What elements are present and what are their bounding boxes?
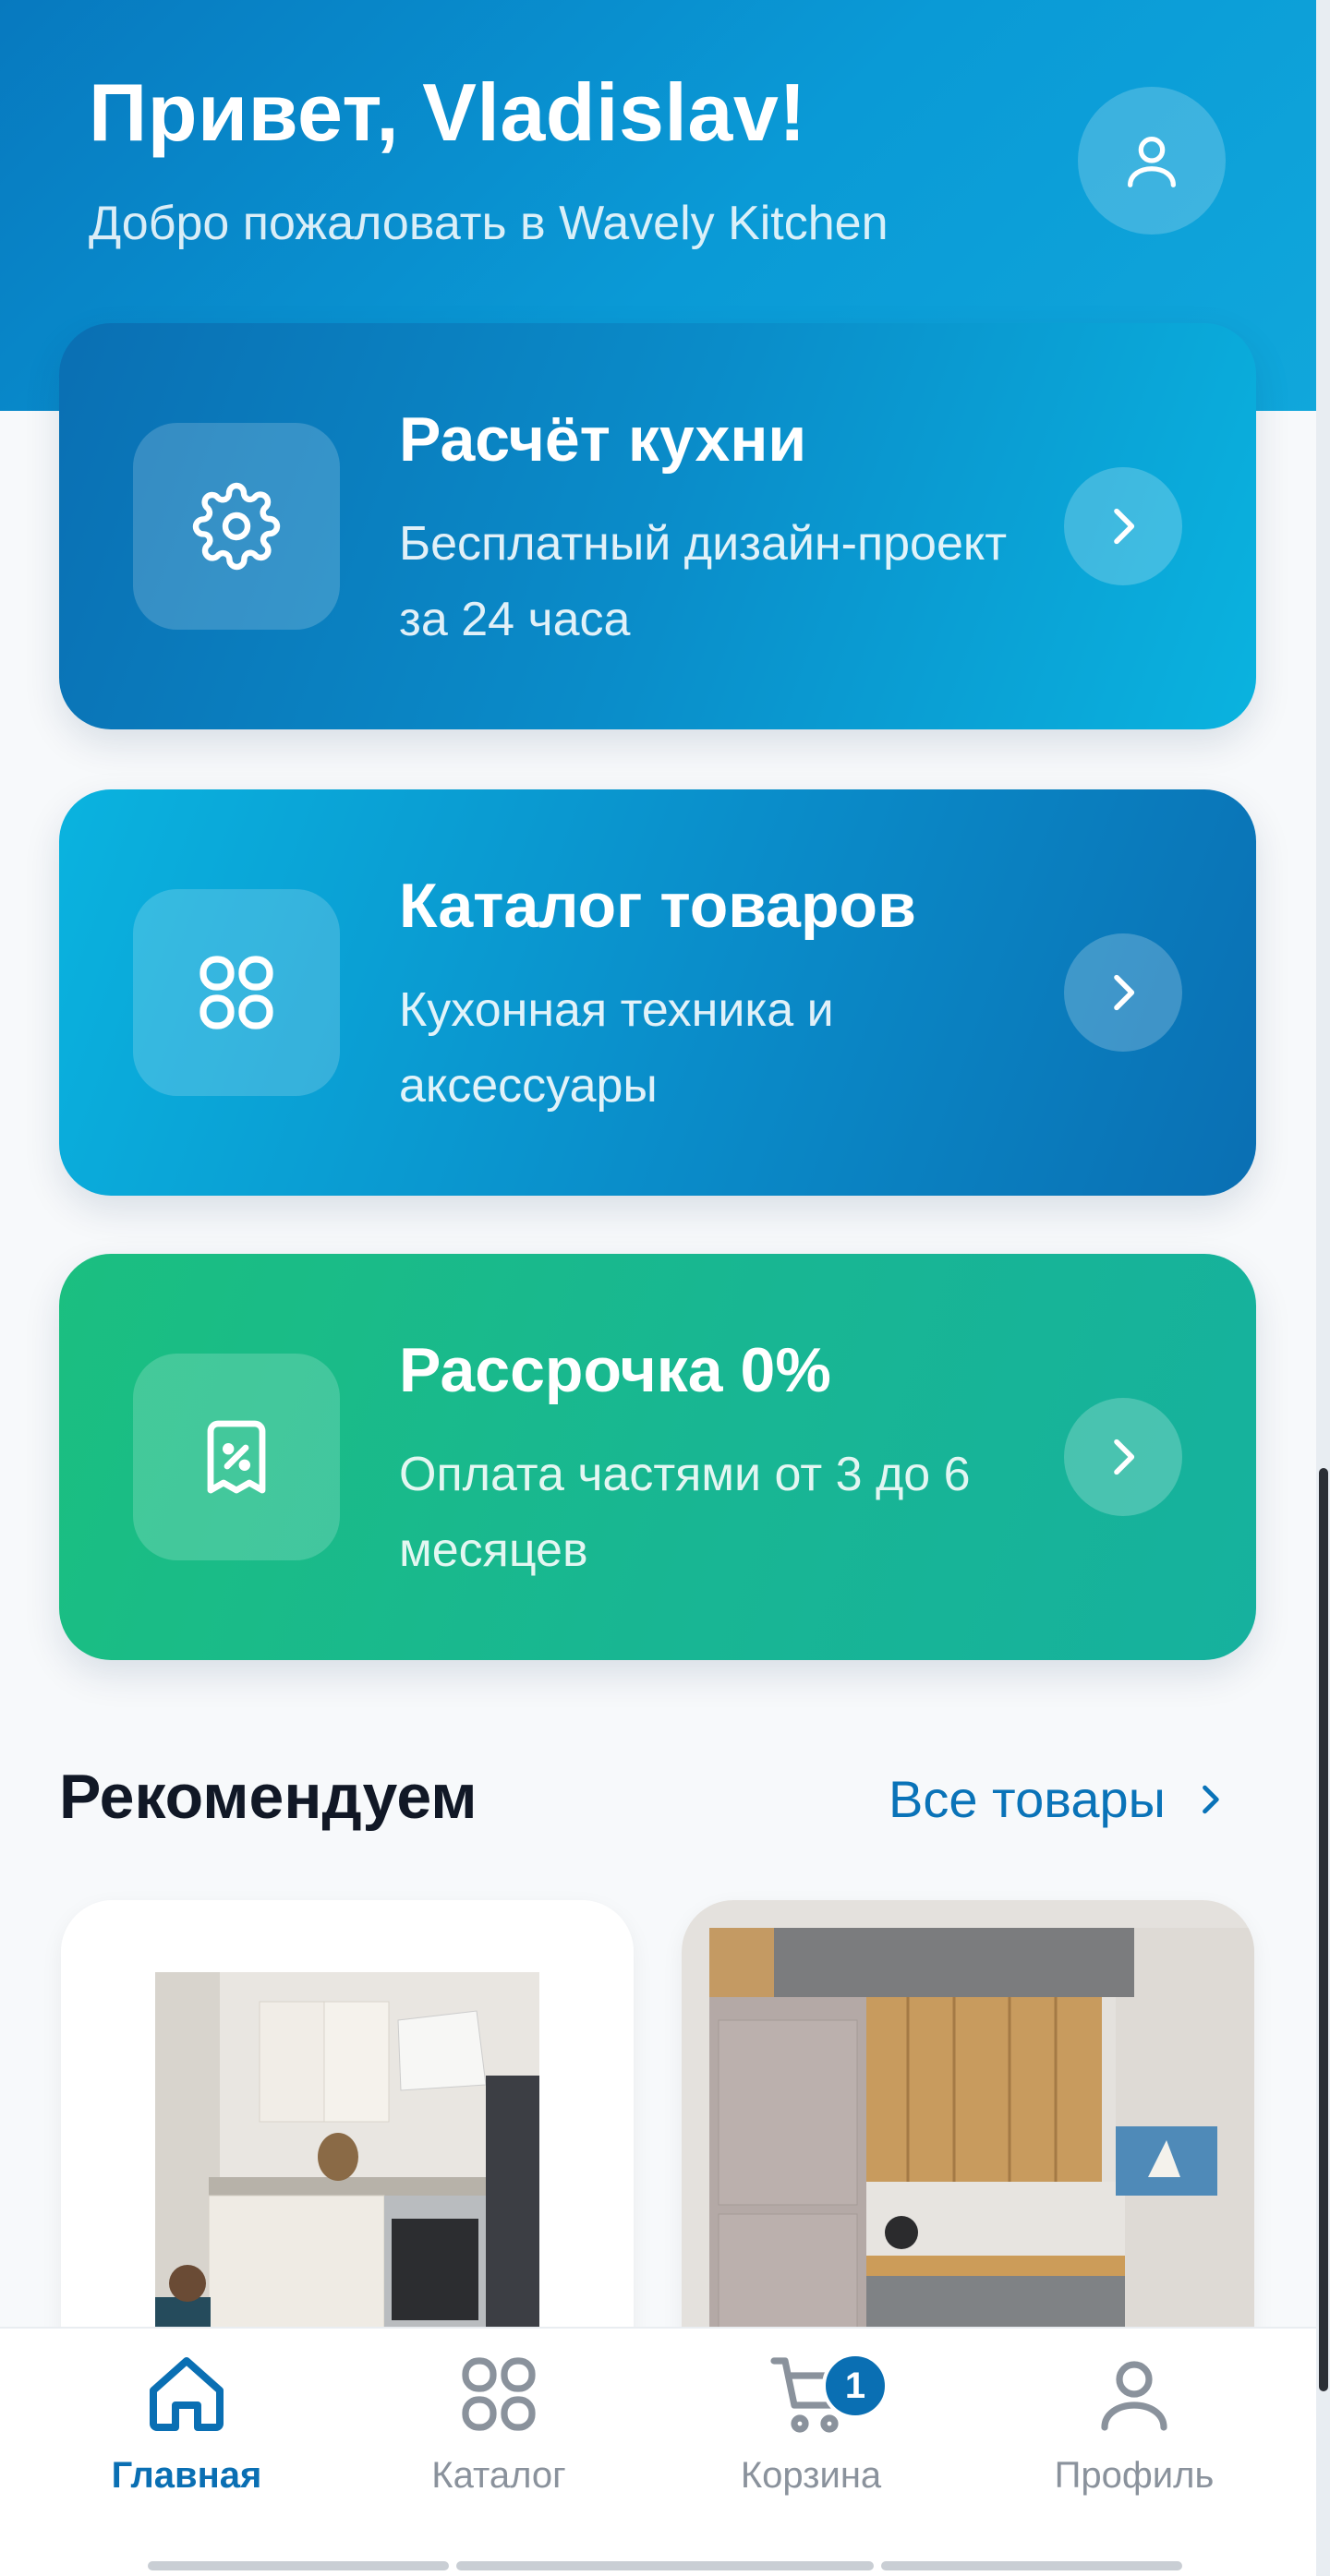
all-products-label: Все товары <box>889 1770 1166 1828</box>
card-arrow-button[interactable] <box>1064 933 1182 1052</box>
grid-icon <box>462 2357 536 2431</box>
nav-profile[interactable]: Профиль <box>996 2350 1273 2534</box>
section-title: Рекомендуем <box>59 1762 478 1832</box>
receipt-percent-icon <box>207 1420 266 1494</box>
cart-count-badge: 1 <box>822 2353 889 2419</box>
home-indicator-segment <box>881 2561 1182 2570</box>
home-indicator-segment <box>456 2561 874 2570</box>
nav-cart[interactable]: Корзина <box>672 2350 949 2534</box>
app-screen: Привет, Vladislav! Добро пожаловать в Wa… <box>0 0 1330 2576</box>
card-description: Оплата частями от 3 до 6 месяцев <box>399 1448 971 1577</box>
nav-home[interactable]: Главная <box>48 2350 325 2534</box>
catalog-card[interactable]: Каталог товаров Кухонная техника и аксес… <box>59 789 1256 1196</box>
welcome-subtitle: Добро пожаловать в Wavely Kitchen <box>89 197 889 250</box>
card-icon-box <box>133 423 340 630</box>
nav-label: Профиль <box>1054 2455 1215 2496</box>
home-icon <box>150 2357 224 2431</box>
all-products-link[interactable]: Все товары <box>889 1769 1230 1829</box>
card-description: Кухонная техника и аксессуары <box>399 983 834 1113</box>
card-icon-box <box>133 889 340 1096</box>
card-arrow-button[interactable] <box>1064 1398 1182 1516</box>
user-icon <box>1128 137 1176 187</box>
kitchen-calc-card[interactable]: Расчёт кухни Бесплатный дизайн-проект за… <box>59 323 1256 729</box>
chevron-right-icon <box>1114 974 1135 1011</box>
gear-icon <box>192 482 281 571</box>
grid-icon <box>200 956 273 1029</box>
nav-label: Каталог <box>431 2455 566 2496</box>
nav-catalog[interactable]: Каталог <box>360 2350 637 2534</box>
chevron-right-icon <box>1203 1785 1219 1813</box>
card-title: Расчёт кухни <box>399 404 807 475</box>
scrollbar-thumb[interactable] <box>1319 1468 1328 2391</box>
home-indicator-segment <box>148 2561 449 2570</box>
profile-button[interactable] <box>1078 87 1226 235</box>
user-icon <box>1101 2361 1167 2431</box>
card-title: Каталог товаров <box>399 871 916 941</box>
card-description: Бесплатный дизайн-проект за 24 часа <box>399 517 1008 646</box>
nav-label: Главная <box>111 2455 262 2496</box>
card-arrow-button[interactable] <box>1064 467 1182 585</box>
chevron-right-icon <box>1114 508 1135 545</box>
installment-card[interactable]: Рассрочка 0% Оплата частями от 3 до 6 ме… <box>59 1254 1256 1660</box>
nav-label: Корзина <box>740 2455 882 2496</box>
chevron-right-icon <box>1114 1438 1135 1475</box>
card-title: Рассрочка 0% <box>399 1335 831 1405</box>
greeting-title: Привет, Vladislav! <box>89 66 807 158</box>
card-icon-box <box>133 1354 340 1560</box>
